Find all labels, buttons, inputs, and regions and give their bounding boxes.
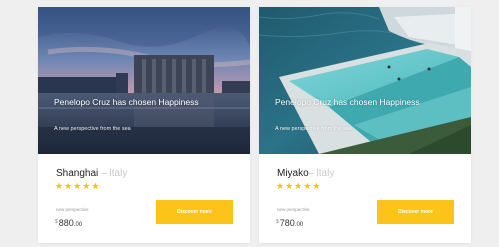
destination-card-shanghai[interactable]: Penelopo Cruz has chosen Happiness A new… — [38, 7, 250, 243]
star-icon: ★ — [55, 181, 64, 191]
card-headline: Penelopo Cruz has chosen Happiness — [54, 97, 199, 107]
city-name: Shanghai — [56, 168, 99, 179]
star-icon: ★ — [303, 181, 312, 191]
price-cents: .00 — [73, 222, 83, 228]
destination-card-miyako[interactable]: Penelopo Cruz has chosen Happiness A new… — [259, 7, 471, 243]
discover-more-button[interactable]: Discover more — [156, 200, 233, 224]
separator-dash — [102, 173, 107, 174]
card-photo-ocean-pool[interactable]: Penelopo Cruz has chosen Happiness A new… — [259, 7, 471, 154]
country-name: Italy — [109, 168, 128, 179]
star-icon: ★ — [312, 181, 321, 191]
star-icon: ★ — [276, 181, 285, 191]
discover-more-button[interactable]: Discover more — [377, 200, 454, 224]
star-icon: ★ — [91, 181, 100, 191]
price-amount: 780 — [279, 218, 295, 228]
card-photo-city-skyline[interactable]: Penelopo Cruz has chosen Happiness A new… — [38, 7, 250, 154]
card-headline: Penelopo Cruz has chosen Happiness — [275, 97, 420, 107]
star-icon: ★ — [73, 181, 82, 191]
price: $880.00 — [55, 213, 82, 231]
price-cents: .00 — [294, 222, 304, 228]
currency-symbol: $ — [55, 219, 58, 225]
card-tagline: A new perspective from the sea — [275, 126, 352, 132]
country-name: Italy — [316, 168, 335, 179]
star-icon: ★ — [64, 181, 73, 191]
price-label: new perspective — [56, 207, 89, 212]
separator-dash — [309, 173, 314, 174]
city-name: Miyako — [277, 168, 309, 179]
star-icon: ★ — [294, 181, 303, 191]
card-tagline: A new perspective from the sea — [54, 126, 131, 132]
star-rating: ★ ★ ★ ★ ★ — [55, 181, 99, 191]
price-label: new perspective — [277, 207, 310, 212]
star-icon: ★ — [285, 181, 294, 191]
price-amount: 880 — [58, 218, 74, 228]
star-rating: ★ ★ ★ ★ ★ — [276, 181, 320, 191]
star-icon: ★ — [82, 181, 91, 191]
price: $780.00 — [276, 213, 303, 231]
currency-symbol: $ — [276, 219, 279, 225]
